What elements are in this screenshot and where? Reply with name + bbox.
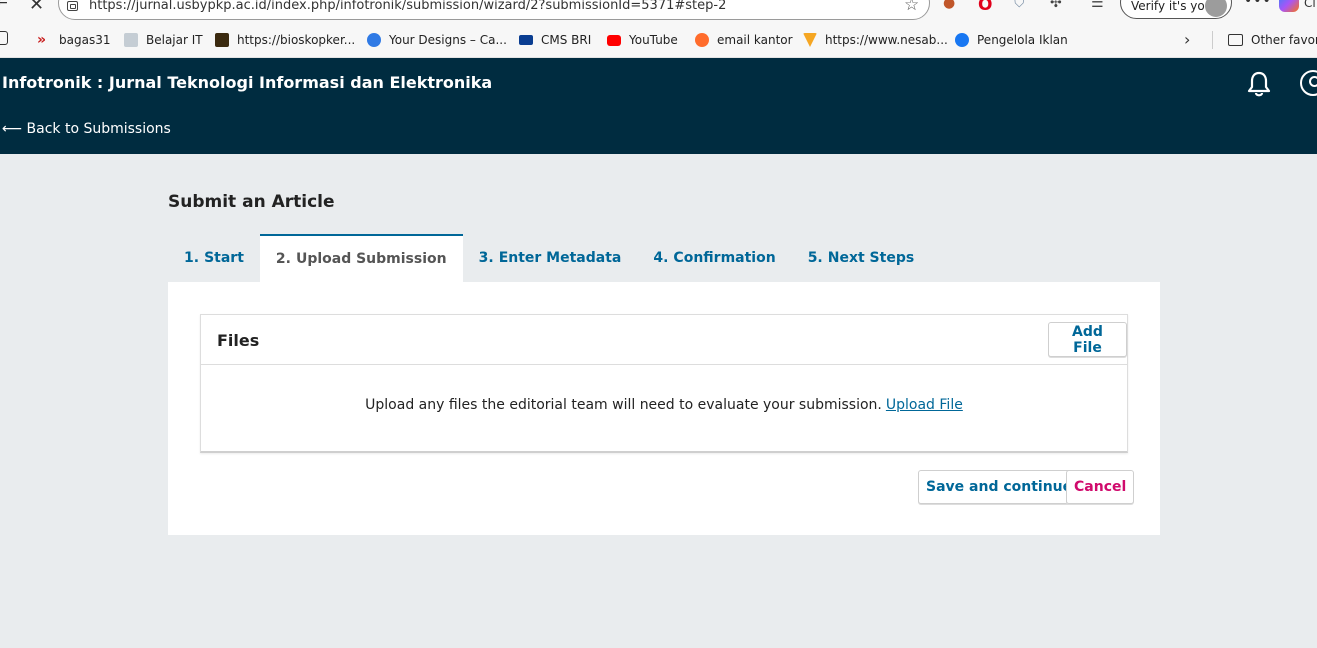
site-info-icon[interactable]	[67, 1, 78, 11]
bookmark-label: Belajar IT	[146, 33, 203, 47]
browser-back-icon[interactable]: ←	[0, 0, 8, 11]
back-to-submissions-link[interactable]: ⟵ Back to Submissions	[2, 121, 171, 137]
bookmark-bioskop[interactable]: https://bioskopker...	[215, 32, 355, 48]
bookmark-label: https://www.nesab...	[825, 33, 948, 47]
bell-icon[interactable]	[1246, 70, 1272, 98]
bookmark-pengelola-iklan[interactable]: Pengelola Iklan	[955, 32, 1068, 48]
belajar-it-icon	[124, 33, 138, 47]
url-text[interactable]: https://jurnal.usbypkp.ac.id/index.php/i…	[89, 0, 726, 13]
tab-start[interactable]: 1. Start	[168, 234, 260, 282]
tab-number: 3.	[478, 250, 494, 266]
tab-number: 2.	[275, 251, 291, 267]
folder-icon	[1228, 34, 1243, 46]
app-header: Infotronik : Jurnal Teknologi Informasi …	[0, 58, 1317, 154]
bookmark-label: Other favorit	[1251, 33, 1317, 47]
bookmark-label: Your Designs – Ca...	[389, 33, 507, 47]
bookmark-label: YouTube	[629, 33, 678, 47]
shield-extension-icon[interactable]: ⛉	[1014, 0, 1025, 11]
add-file-button[interactable]: Add File	[1048, 322, 1127, 357]
bookmarks-divider	[1212, 31, 1213, 49]
favorite-star-icon[interactable]: ☆	[904, 0, 919, 15]
tab-label: Confirmation	[673, 250, 776, 266]
bookmark-canva[interactable]: Your Designs – Ca...	[367, 32, 507, 48]
files-title: Files	[217, 331, 260, 350]
bookmark-tab-icon[interactable]	[0, 31, 8, 45]
tab-number: 1.	[184, 250, 200, 266]
cms-bri-icon	[519, 35, 533, 45]
bookmark-label: email kantor	[717, 33, 793, 47]
facebook-icon	[955, 33, 969, 47]
stop-loading-icon[interactable]: ✕	[29, 0, 44, 15]
nesab-icon	[803, 33, 817, 47]
tab-number: 5.	[807, 250, 823, 266]
extensions-puzzle-icon[interactable]: ✣	[1050, 0, 1062, 11]
canva-icon	[367, 33, 381, 47]
bagas31-icon: »	[37, 32, 47, 48]
cancel-button[interactable]: Cancel	[1066, 470, 1135, 504]
copilot-icon[interactable]	[1279, 0, 1299, 12]
tab-label: Upload Submission	[295, 251, 447, 267]
bookmark-bagas31[interactable]: » bagas31	[37, 32, 110, 48]
bookmark-label: Pengelola Iklan	[977, 33, 1068, 47]
opera-extension-icon[interactable]: O	[978, 0, 992, 15]
page-title: Submit an Article	[168, 192, 335, 212]
tab-confirmation[interactable]: 4. Confirmation	[637, 234, 791, 282]
tab-enter-metadata[interactable]: 3. Enter Metadata	[463, 234, 638, 282]
copilot-label: Cl	[1304, 0, 1316, 10]
youtube-icon	[607, 34, 621, 46]
favorites-list-icon[interactable]: ☰	[1091, 0, 1104, 11]
bookmarks-bar: » bagas31 Belajar IT https://bioskopker.…	[0, 22, 1317, 58]
address-bar[interactable]: https://jurnal.usbypkp.ac.id/index.php/i…	[58, 0, 930, 20]
wizard-tabs: 1. Start 2. Upload Submission 3. Enter M…	[168, 234, 930, 282]
save-and-continue-button[interactable]: Save and continue	[918, 470, 1081, 504]
tab-number: 4.	[653, 250, 669, 266]
browser-toolbar: ← ✕ https://jurnal.usbypkp.ac.id/index.p…	[0, 0, 1317, 22]
bookmark-email-kantor[interactable]: email kantor	[695, 32, 793, 48]
files-header: Files Add File	[201, 315, 1127, 365]
bookmark-label: CMS BRI	[541, 33, 592, 47]
bookmark-label: bagas31	[59, 33, 111, 47]
tab-label: Start	[204, 250, 244, 266]
journal-title[interactable]: Infotronik : Jurnal Teknologi Informasi …	[2, 73, 492, 92]
bookmark-cms-bri[interactable]: CMS BRI	[519, 32, 591, 48]
bookmark-belajar-it[interactable]: Belajar IT	[124, 32, 203, 48]
bookmark-nesab[interactable]: https://www.nesab...	[803, 32, 948, 48]
verify-label: Verify it's you	[1131, 0, 1213, 13]
tab-next-steps[interactable]: 5. Next Steps	[792, 234, 931, 282]
tab-label: Next Steps	[827, 250, 915, 266]
bookmark-youtube[interactable]: YouTube	[607, 32, 678, 48]
tab-upload-submission[interactable]: 2. Upload Submission	[259, 234, 463, 282]
profile-verify-button[interactable]: Verify it's you	[1120, 0, 1232, 19]
upload-panel: Files Add File Upload any files the edit…	[168, 282, 1160, 535]
tab-label: Enter Metadata	[498, 250, 622, 266]
files-empty-text: Upload any files the editorial team will…	[365, 397, 882, 413]
bookmark-other-favorites[interactable]: Other favorit	[1228, 32, 1317, 48]
extension-icon[interactable]: ●	[943, 0, 955, 11]
bioskop-icon	[215, 33, 229, 47]
more-menu-icon[interactable]: •••	[1244, 0, 1272, 9]
files-card: Files Add File Upload any files the edit…	[200, 314, 1128, 453]
user-account-icon[interactable]	[1300, 70, 1317, 96]
profile-avatar	[1205, 0, 1227, 17]
files-empty-message: Upload any files the editorial team will…	[201, 397, 1127, 413]
bookmark-label: https://bioskopker...	[237, 33, 356, 47]
chevron-right-icon[interactable]: ›	[1184, 30, 1190, 49]
cpanel-icon	[695, 33, 709, 47]
upload-file-link[interactable]: Upload File	[886, 397, 963, 413]
